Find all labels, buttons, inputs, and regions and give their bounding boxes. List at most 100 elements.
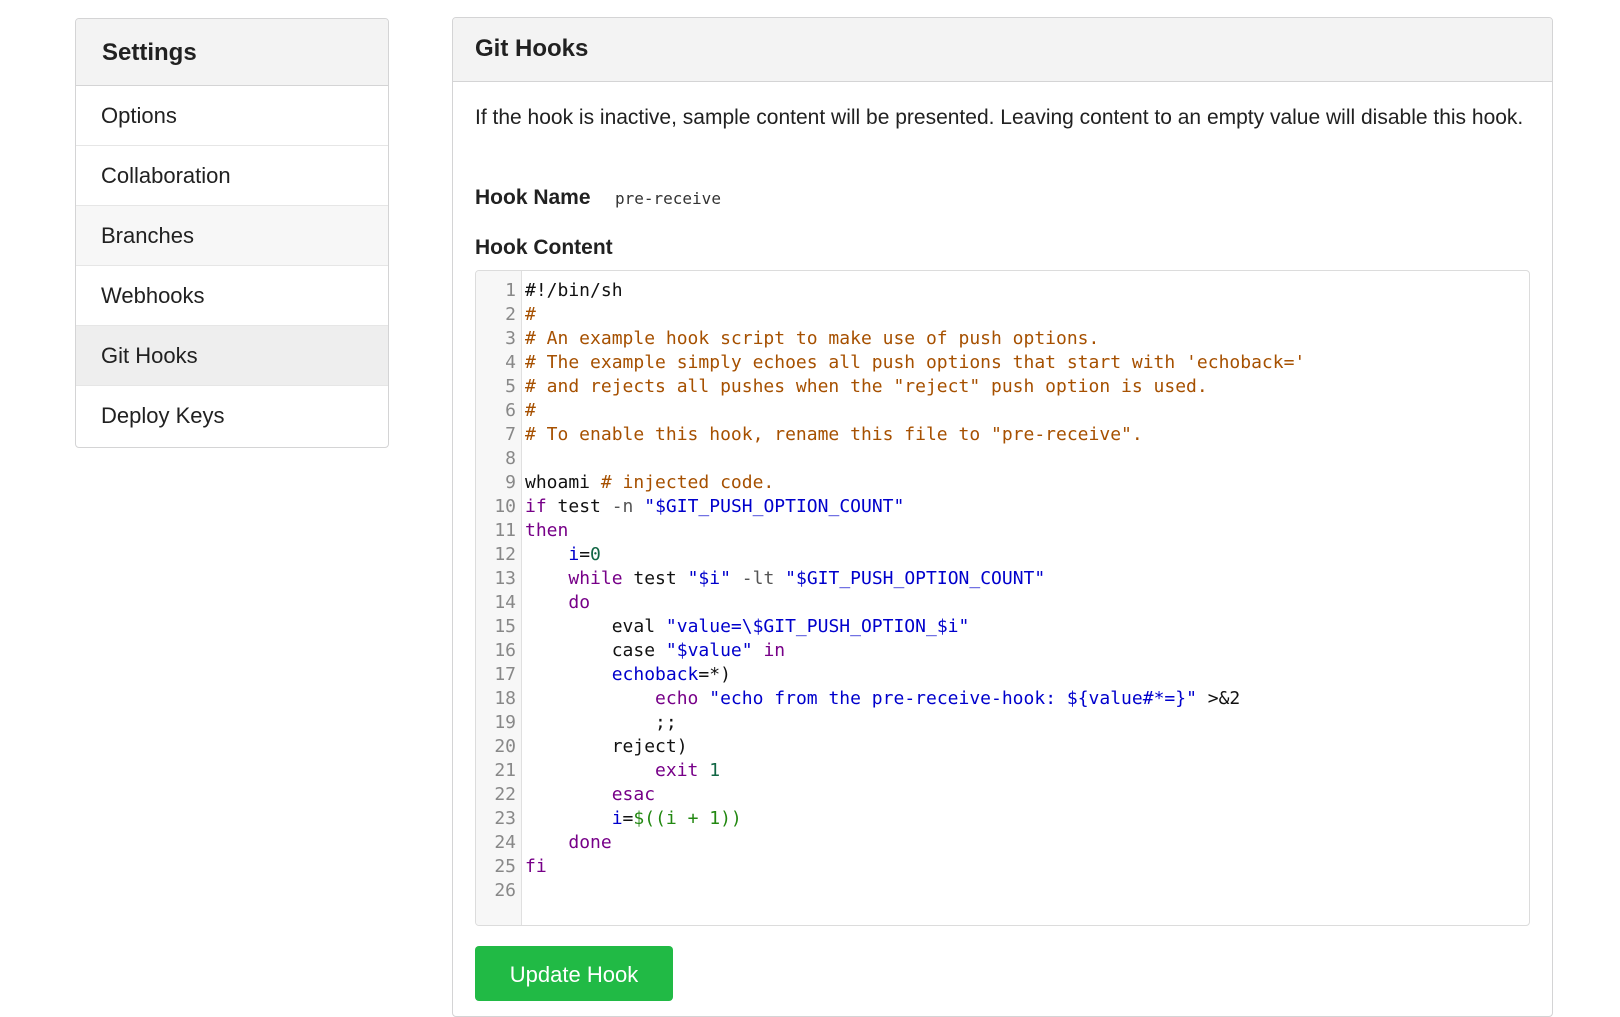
code-token: =*) (698, 664, 731, 685)
line-number: 22 (494, 784, 516, 805)
code-line: 17 echoback=*) (476, 663, 1529, 687)
code-token: echo (655, 688, 699, 709)
code-line: 2 # (476, 303, 1529, 327)
sidebar-item-branches[interactable]: Branches (76, 206, 388, 266)
settings-sidebar: Settings Options Collaboration Branches … (75, 18, 389, 448)
line-number: 18 (494, 688, 516, 709)
line-number: 12 (494, 544, 516, 565)
sidebar-item-collaboration[interactable]: Collaboration (76, 146, 388, 206)
code-token: "$GIT_PUSH_OPTION_COUNT" (785, 568, 1046, 589)
code-token: -lt (741, 568, 775, 589)
code-token: 1 (709, 760, 721, 781)
sidebar-item-git-hooks[interactable]: Git Hooks (76, 326, 388, 386)
line-number: 17 (494, 664, 516, 685)
code-line: 23 i=$((i + 1)) (476, 807, 1529, 831)
line-number: 13 (494, 568, 516, 589)
code-line: 13 while test "$i" -lt "$GIT_PUSH_OPTION… (476, 567, 1529, 591)
code-token: "echo from the pre-receive-hook: ${value… (709, 688, 1197, 709)
code-token: test (546, 496, 612, 517)
code-line: 22 esac (476, 783, 1529, 807)
code-token: fi (525, 856, 547, 877)
code-token: # To enable this hook, rename this file … (525, 424, 1143, 445)
code-line: 20 reject) (476, 735, 1529, 759)
sidebar-item-webhooks[interactable]: Webhooks (76, 266, 388, 326)
git-hooks-panel: Git Hooks If the hook is inactive, sampl… (452, 17, 1553, 1017)
line-number: 8 (505, 448, 516, 469)
code-token: >&2 (1196, 688, 1241, 709)
code-line: 12 i=0 (476, 543, 1529, 567)
line-number: 26 (494, 880, 516, 901)
code-token: 0 (590, 544, 601, 565)
code-line: 19 ;; (476, 711, 1529, 735)
hook-name-label: Hook Name (475, 186, 591, 209)
line-number: 10 (494, 496, 516, 517)
sidebar-item-options[interactable]: Options (76, 86, 388, 146)
code-token: then (525, 520, 569, 541)
code-token: reject) (525, 736, 688, 757)
code-token: if (525, 496, 547, 517)
line-number: 15 (494, 616, 516, 637)
hook-name-value: pre-receive (614, 189, 721, 208)
code-token: -n (611, 496, 634, 517)
line-number: 16 (494, 640, 516, 661)
code-token: #!/bin/sh (525, 280, 623, 301)
line-number: 5 (505, 376, 516, 397)
hook-name-row: Hook Name pre-receive (475, 186, 721, 210)
code-token: # and rejects all pushes when the "rejec… (525, 376, 1208, 397)
code-token: # The example simply echoes all push opt… (525, 352, 1306, 373)
code-token: i (568, 544, 580, 565)
code-token: do (568, 592, 591, 613)
hook-content-editor[interactable]: 1 #!/bin/sh 2 #3 # An example hook script to… (475, 270, 1530, 926)
line-number: 2 (505, 304, 516, 325)
code-line: 6 # (476, 399, 1529, 423)
code-token: while (568, 568, 623, 589)
panel-description: If the hook is inactive, sample content … (475, 106, 1524, 129)
code-token: i (611, 808, 623, 829)
code-token: $((i + 1)) (633, 808, 742, 829)
code-token: case (525, 640, 666, 661)
code-line: 5 # and rejects all pushes when the "reje… (476, 375, 1529, 399)
code-token: echoback (611, 664, 699, 685)
sidebar-item-deploy-keys[interactable]: Deploy Keys (76, 386, 388, 446)
panel-title: Git Hooks (453, 18, 1552, 82)
code-line: 1 #!/bin/sh (476, 279, 1529, 303)
code-token: # (525, 400, 536, 421)
code-line: 3 # An example hook script to make use of… (476, 327, 1529, 351)
hook-content-label: Hook Content (475, 236, 613, 259)
line-number: 24 (494, 832, 516, 853)
code-line: 16 case "$value" in (476, 639, 1529, 663)
code-token: = (622, 808, 634, 829)
code-token: # injected code. (600, 472, 775, 493)
line-number: 19 (494, 712, 516, 733)
code-line: 24 done (476, 831, 1529, 855)
line-number: 25 (494, 856, 516, 877)
line-number: 4 (505, 352, 516, 373)
code-token: = (579, 544, 591, 565)
line-number: 21 (494, 760, 516, 781)
line-number: 20 (494, 736, 516, 757)
line-number: 23 (494, 808, 516, 829)
code-token: "$GIT_PUSH_OPTION_COUNT" (644, 496, 905, 517)
code-line: 21 exit 1 (476, 759, 1529, 783)
code-area[interactable]: 1 #!/bin/sh 2 #3 # An example hook script to… (476, 279, 1529, 903)
code-line: 18 echo "echo from the pre-receive-hook:… (476, 687, 1529, 711)
code-token: "$value" (665, 640, 753, 661)
code-line: 10 if test -n "$GIT_PUSH_OPTION_COUNT" (476, 495, 1529, 519)
code-token: esac (611, 784, 656, 805)
code-line: 14 do (476, 591, 1529, 615)
code-token: ;; (525, 712, 677, 733)
code-token: "value=\$GIT_PUSH_OPTION_$i" (665, 616, 970, 637)
code-token: done (568, 832, 612, 853)
code-line: 25 fi (476, 855, 1529, 879)
line-number: 14 (494, 592, 516, 613)
